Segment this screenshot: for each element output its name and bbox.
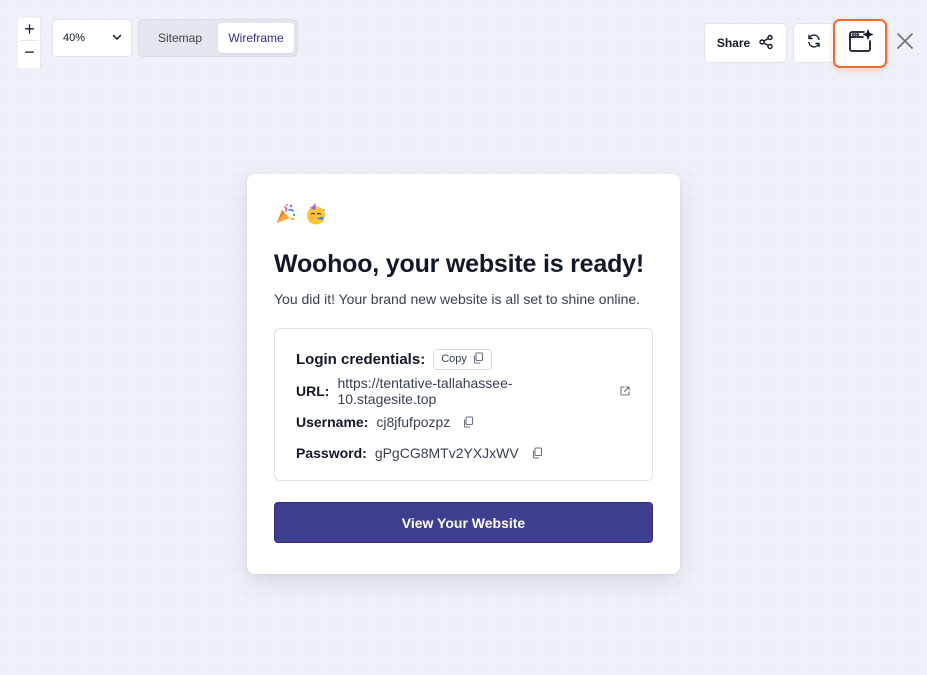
party-popper-icon xyxy=(274,202,298,226)
url-label: URL: xyxy=(296,382,330,399)
external-link-icon[interactable] xyxy=(619,385,631,397)
zoom-in-button[interactable]: + xyxy=(18,18,41,40)
ai-browser-icon xyxy=(846,27,874,60)
celebration-emojis xyxy=(274,202,653,226)
close-icon xyxy=(896,32,914,55)
url-row: URL: https://tentative-tallahassee-10.st… xyxy=(296,375,631,407)
party-face-icon xyxy=(304,202,328,226)
password-value: gPgCG8MTv2YXJxWV xyxy=(374,444,519,461)
refresh-button[interactable] xyxy=(793,23,835,63)
username-row: Username: cj8jfufpozpz xyxy=(296,411,631,432)
password-row: Password: gPgCG8MTv2YXJxWV xyxy=(296,442,631,463)
view-mode-toggle: Sitemap Wireframe xyxy=(138,19,298,57)
credentials-heading: Login credentials: xyxy=(296,350,426,368)
share-label: Share xyxy=(716,36,751,50)
close-button[interactable] xyxy=(893,31,917,55)
card-title: Woohoo, your website is ready! xyxy=(274,250,644,278)
copy-username-icon[interactable] xyxy=(462,415,474,428)
copy-all-button[interactable]: Copy xyxy=(433,348,492,370)
tab-wireframe[interactable]: Wireframe xyxy=(218,23,294,53)
zoom-level-value: 40% xyxy=(63,32,86,44)
copy-password-icon[interactable] xyxy=(531,446,543,459)
zoom-level-select[interactable]: 40% xyxy=(52,19,132,57)
copy-icon xyxy=(472,351,484,367)
ai-preview-button[interactable] xyxy=(833,19,887,68)
copy-label: Copy xyxy=(441,353,467,365)
url-value[interactable]: https://tentative-tallahassee-10.stagesi… xyxy=(337,375,607,407)
card-subtitle: You did it! Your brand new website is al… xyxy=(274,291,641,307)
chevron-down-icon xyxy=(111,31,123,46)
password-label: Password: xyxy=(296,444,367,461)
share-icon xyxy=(758,34,774,53)
view-website-button[interactable]: View Your Website xyxy=(274,502,653,543)
canvas-background: + − 40% Sitemap Wireframe Share Woohoo, … xyxy=(0,0,927,675)
credentials-header: Login credentials: Copy xyxy=(296,348,631,370)
zoom-out-button[interactable]: − xyxy=(18,41,41,63)
username-label: Username: xyxy=(296,413,369,430)
refresh-icon xyxy=(806,33,822,54)
website-ready-card: Woohoo, your website is ready! You did i… xyxy=(247,174,680,574)
username-value: cj8jfufpozpz xyxy=(376,413,451,430)
share-button[interactable]: Share xyxy=(704,23,787,63)
tab-sitemap[interactable]: Sitemap xyxy=(142,23,218,53)
login-credentials-box: Login credentials: Copy URL: https://ten… xyxy=(274,328,653,481)
zoom-controls: + − xyxy=(18,18,41,68)
